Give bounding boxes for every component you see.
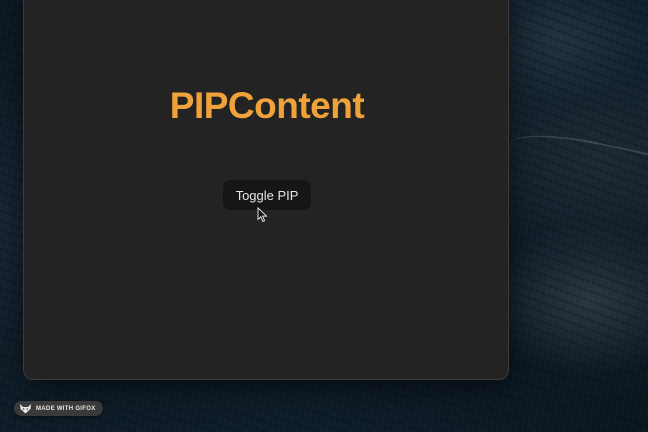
toggle-pip-button[interactable]: Toggle PIP	[223, 180, 311, 210]
pip-content-title: PIPContent	[169, 85, 365, 126]
fox-icon	[20, 404, 31, 414]
wallpaper-road-detail	[508, 124, 648, 188]
pip-window: PIPContent Toggle PIP	[23, 0, 509, 380]
gifox-watermark-text: MADE WITH GIFOX	[36, 405, 96, 412]
gifox-watermark: MADE WITH GIFOX	[14, 401, 103, 416]
